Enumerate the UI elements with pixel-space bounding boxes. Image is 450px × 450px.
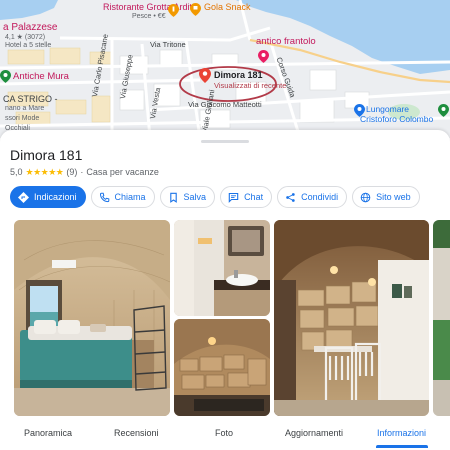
poi-mura-name[interactable]: Antiche Mura bbox=[13, 71, 69, 82]
action-chips: Indicazioni Chiama Salva Chat Condividi bbox=[10, 186, 420, 208]
photo-dining[interactable] bbox=[274, 220, 429, 416]
photo-partial-image bbox=[433, 220, 450, 416]
place-title: Dimora 181 bbox=[10, 147, 83, 163]
cafe-pin-icon[interactable] bbox=[190, 3, 201, 16]
photo-corridor[interactable] bbox=[174, 319, 270, 416]
place-type: Casa per vacanze bbox=[86, 167, 159, 177]
phone-icon bbox=[99, 192, 110, 203]
photo-bedroom[interactable] bbox=[14, 220, 170, 416]
poi-grotta-name[interactable]: Ristorante Grotta Ardito bbox=[103, 2, 197, 12]
chat-button[interactable]: Chat bbox=[220, 186, 273, 208]
review-count[interactable]: (9) bbox=[66, 167, 77, 177]
separator-dot: · bbox=[80, 167, 84, 177]
share-icon bbox=[285, 192, 296, 203]
poi-lungomare-line-1[interactable]: Lungomare bbox=[366, 104, 409, 114]
tab-recensioni[interactable]: Recensioni bbox=[114, 428, 159, 438]
save-label: Salva bbox=[183, 192, 207, 202]
poi-strigo-line-2: nano a Mare bbox=[5, 105, 45, 112]
poi-palazzese-sub: Hotel a 5 stelle bbox=[5, 42, 52, 49]
road-label-matteotti: Via Giacomo Matteotti bbox=[188, 100, 262, 109]
poi-grotta-sub: Pesce • €€ bbox=[132, 13, 166, 20]
map-place-sublabel: Visualizzati di recente bbox=[214, 81, 287, 90]
photo-bathroom[interactable] bbox=[174, 220, 270, 316]
map-view[interactable]: a Palazzese 4,1 ★ (3072) Hotel a 5 stell… bbox=[0, 0, 450, 138]
place-tabs: Panoramica Recensioni Foto Aggiornamenti… bbox=[0, 418, 450, 450]
tab-informazioni[interactable]: Informazioni bbox=[377, 428, 426, 438]
sheet-drag-handle[interactable] bbox=[201, 140, 249, 143]
share-label: Condividi bbox=[301, 192, 339, 202]
maps-place-screen: a Palazzese 4,1 ★ (3072) Hotel a 5 stell… bbox=[0, 0, 450, 450]
photo-bathroom-image bbox=[174, 220, 270, 316]
map-place-label[interactable]: Dimora 181 bbox=[214, 70, 263, 80]
rating-stars-icon: ★★★★★ bbox=[25, 166, 64, 177]
directions-label: Indicazioni bbox=[34, 192, 77, 202]
photo-corridor-image bbox=[174, 319, 270, 416]
photo-partial[interactable] bbox=[433, 220, 450, 416]
save-button[interactable]: Salva bbox=[159, 186, 216, 208]
poi-lungomare-line-2: Cristoforo Colombo bbox=[360, 114, 434, 124]
website-label: Sito web bbox=[376, 192, 411, 202]
chat-icon bbox=[228, 192, 239, 203]
rating-row[interactable]: 5,0 ★★★★★ (9) · Casa per vacanze bbox=[10, 166, 159, 178]
share-button[interactable]: Condividi bbox=[277, 186, 348, 208]
directions-icon bbox=[18, 191, 29, 203]
tab-aggiornamenti[interactable]: Aggiornamenti bbox=[285, 428, 343, 438]
poi-palazzese-rating: 4,1 ★ (3072) bbox=[5, 34, 46, 41]
landmark-pin-icon[interactable] bbox=[0, 70, 11, 83]
road-label-tritone: Via Tritone bbox=[150, 40, 186, 49]
tab-foto[interactable]: Foto bbox=[215, 428, 233, 438]
call-button[interactable]: Chiama bbox=[90, 186, 155, 208]
poi-gola-name[interactable]: Gola Snack bbox=[204, 2, 251, 12]
restaurant-pin-icon[interactable] bbox=[168, 4, 179, 17]
poi-strigo-line-3: ssori Mode bbox=[5, 115, 40, 122]
active-tab-indicator bbox=[376, 445, 428, 448]
chat-label: Chat bbox=[244, 192, 264, 202]
photo-bedroom-image bbox=[14, 220, 170, 416]
poi-strigo-line-1[interactable]: CA STRIGO - bbox=[3, 94, 58, 104]
directions-button[interactable]: Indicazioni bbox=[10, 186, 86, 208]
photo-dining-image bbox=[274, 220, 429, 416]
poi-frantolo-name[interactable]: antico frantolo bbox=[256, 36, 316, 47]
globe-icon bbox=[360, 192, 371, 203]
call-label: Chiama bbox=[114, 192, 146, 202]
tab-panoramica[interactable]: Panoramica bbox=[24, 428, 72, 438]
website-button[interactable]: Sito web bbox=[352, 186, 420, 208]
bookmark-icon bbox=[168, 192, 179, 203]
park-pin-icon[interactable] bbox=[438, 104, 449, 117]
poi-palazzese-name[interactable]: a Palazzese bbox=[3, 22, 57, 33]
shop-pin-icon[interactable] bbox=[258, 50, 269, 63]
place-pin-icon[interactable] bbox=[199, 68, 211, 83]
rating-value: 5,0 bbox=[10, 167, 23, 177]
